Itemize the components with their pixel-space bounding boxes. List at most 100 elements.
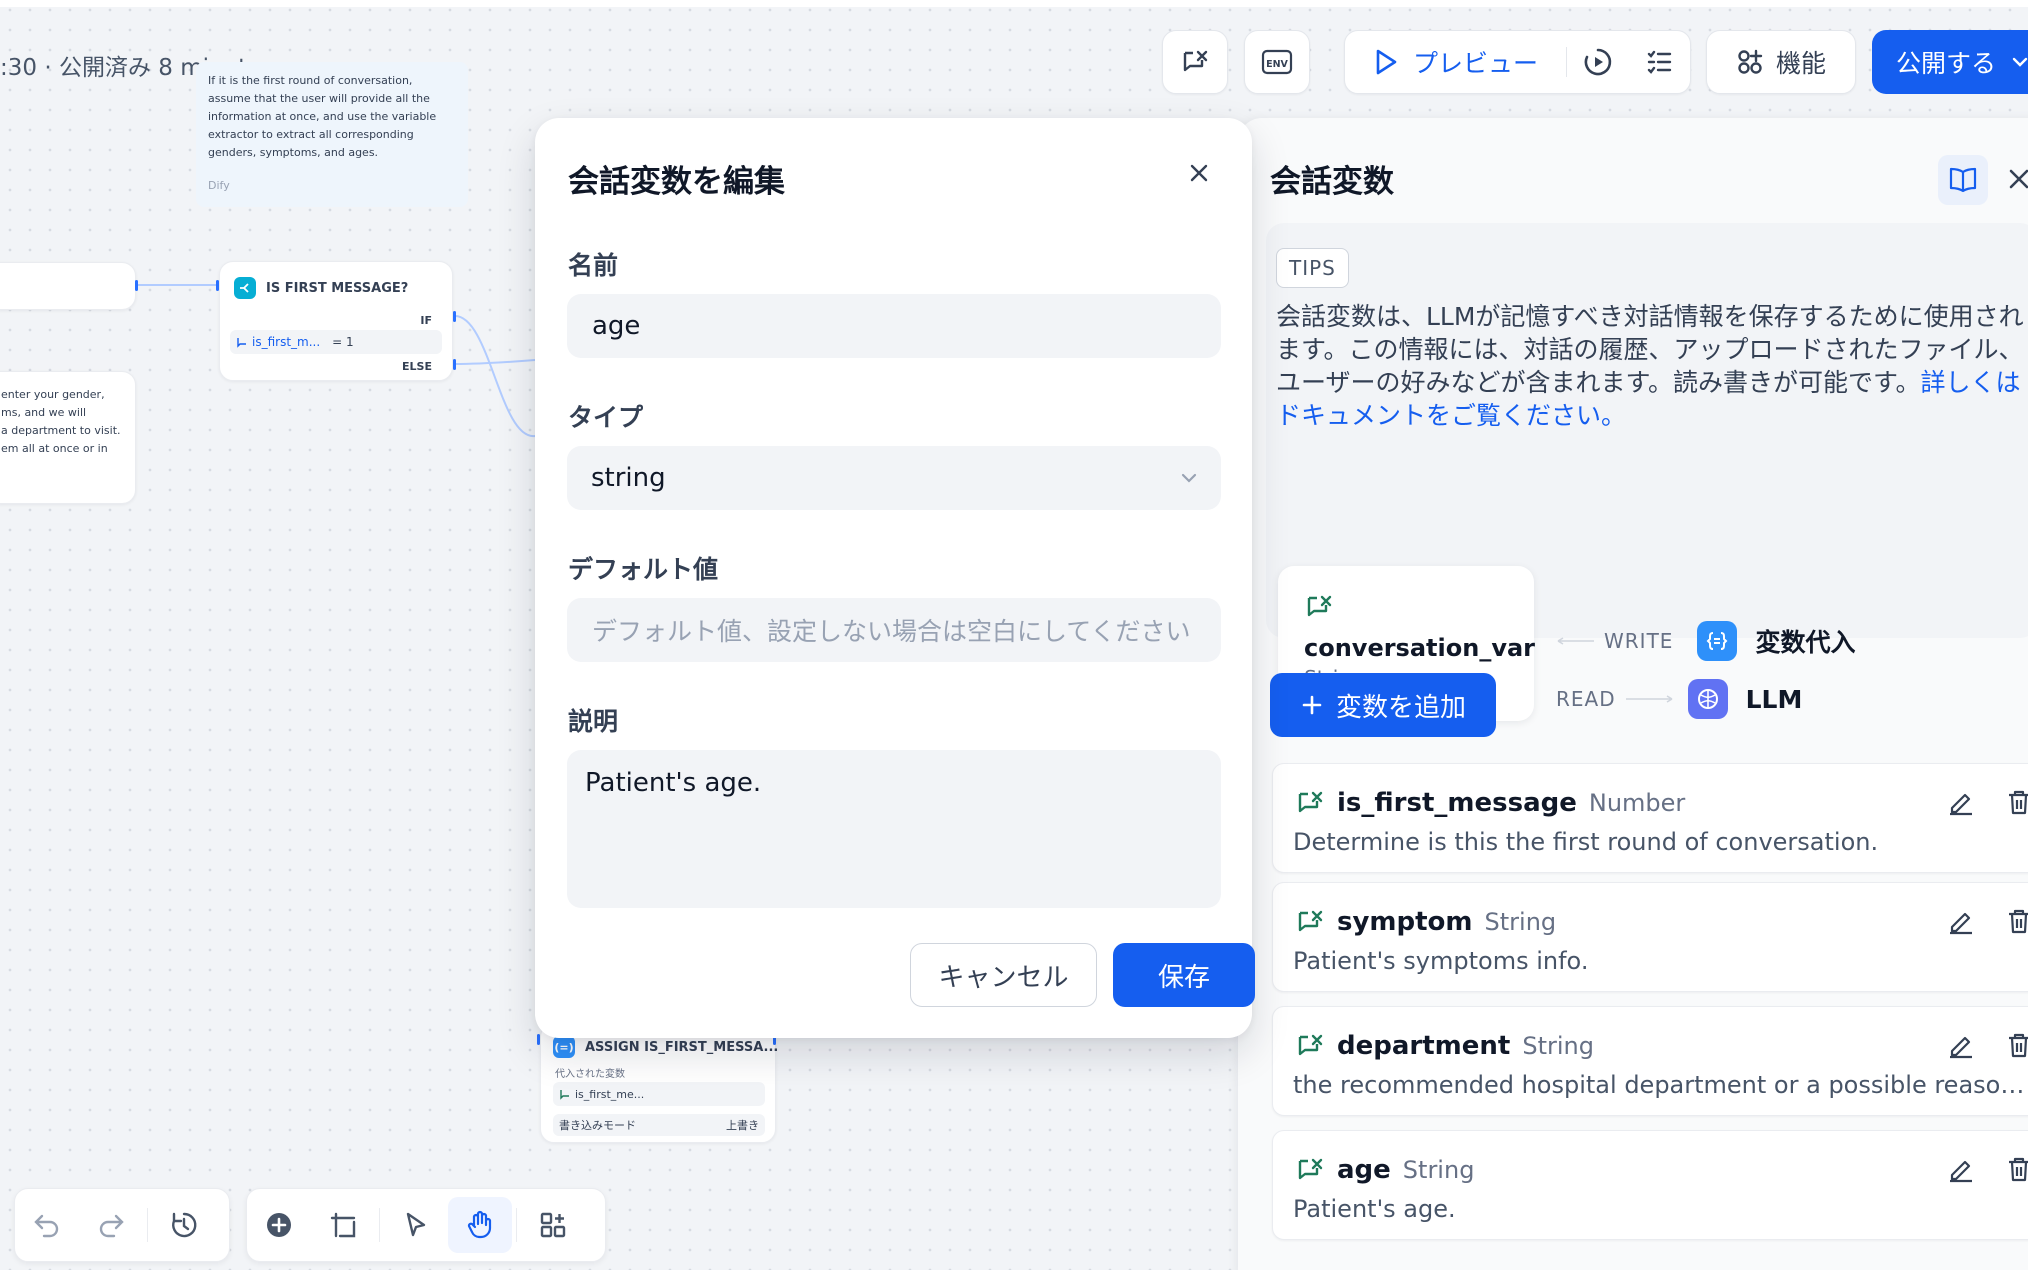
write-mode-label: 書き込みモード (559, 1119, 636, 1132)
type-select-value: string (591, 463, 666, 493)
note-add-icon (330, 1212, 356, 1238)
divider (516, 1208, 517, 1242)
features-button[interactable]: 機能 (1706, 30, 1856, 94)
arrow-right-icon (1625, 695, 1673, 703)
variable-item[interactable]: symptom String Patient's symptoms info. (1272, 882, 2028, 992)
save-button[interactable]: 保存 (1113, 943, 1255, 1007)
env-variables-button[interactable]: ENV (1244, 30, 1310, 94)
instruction-line: enter your gender, (1, 388, 105, 401)
variable-name: is_first_message (1337, 788, 1577, 818)
modal-title: 会話変数を編集 (568, 164, 785, 200)
add-variable-label: 変数を追加 (1335, 692, 1466, 723)
if-else-node[interactable]: IS FIRST MESSAGE? IF is_first_m... = 1 E… (219, 261, 453, 381)
llm-icon (1687, 679, 1728, 719)
if-branch-label: IF (420, 314, 432, 327)
grid-icon (540, 1212, 566, 1238)
add-node-button[interactable] (247, 1197, 311, 1253)
organize-blocks-button[interactable] (521, 1197, 585, 1253)
conversation-var-icon (1298, 791, 1323, 813)
start-instruction-node[interactable]: enter your gender, ms, and we will a dep… (0, 371, 136, 504)
publish-button[interactable]: 公開する (1872, 30, 2028, 94)
trash-icon[interactable] (2005, 1031, 2028, 1059)
conversation-var-icon (1307, 595, 1332, 617)
tips-box: TIPS 会話変数は、LLMが記憶すべき対話情報を保存するために使用されます。こ… (1266, 223, 2028, 721)
description-textarea[interactable]: Patient's age. (567, 750, 1221, 908)
trash-icon[interactable] (2005, 1155, 2028, 1183)
checklist-icon (1647, 50, 1672, 74)
add-variable-button[interactable]: 変数を追加 (1270, 673, 1496, 737)
variable-description: Determine is this the first round of con… (1293, 828, 1879, 856)
pointer-mode-button[interactable] (384, 1197, 448, 1253)
version-history-button[interactable] (152, 1197, 216, 1253)
checklist-button[interactable] (1628, 31, 1690, 93)
redo-icon (99, 1214, 124, 1238)
publish-label: 公開する (1896, 49, 1997, 78)
preview-label: プレビュー (1413, 49, 1539, 78)
type-select[interactable]: string (567, 446, 1221, 510)
edit-icon[interactable] (1947, 1155, 1975, 1183)
default-value-input[interactable]: デフォルト値、設定しない場合は空白にしてください (567, 598, 1221, 662)
variable-description: Patient's symptoms info. (1293, 947, 1589, 975)
assigner-icon: (=) (553, 1036, 575, 1058)
env-icon-label: ENV (1266, 59, 1288, 70)
hand-mode-button[interactable] (448, 1197, 512, 1253)
read-flow-row: READ LLM (1556, 679, 1802, 719)
node-handle[interactable] (135, 280, 138, 291)
add-note-button[interactable] (311, 1197, 375, 1253)
close-icon (2009, 169, 2028, 189)
previous-node[interactable] (0, 262, 136, 310)
tips-text: 会話変数は、LLMが記憶すべき対話情報を保存するために使用されます。この情報には… (1276, 300, 2028, 432)
edit-icon[interactable] (1947, 1031, 1975, 1059)
tips-body: 会話変数は、LLMが記憶すべき対話情報を保存するために使用されます。この情報には… (1276, 302, 2024, 397)
write-mode-value: 上書き (726, 1119, 759, 1132)
preview-button[interactable]: プレビュー (1345, 31, 1566, 93)
trash-icon[interactable] (2005, 788, 2028, 816)
modal-close-button[interactable] (1184, 158, 1214, 188)
chevron-down-icon (1181, 473, 1197, 483)
node-handle[interactable] (453, 311, 456, 322)
conversation-var-icon (1298, 1158, 1323, 1180)
node-handle[interactable] (216, 280, 219, 291)
instruction-line: em all at once or in (1, 442, 108, 455)
canvas-note[interactable]: If it is the first round of conversation… (196, 62, 468, 207)
conversation-var-icon (1298, 1034, 1323, 1056)
run-history-button[interactable] (1567, 31, 1629, 93)
write-mode-row: 書き込みモード 上書き (553, 1114, 765, 1136)
assigned-variable: is_first_me... (553, 1082, 765, 1106)
variable-type: String (1402, 1156, 1475, 1184)
canvas-toolbar (246, 1188, 606, 1262)
variable-type: String (1484, 908, 1557, 936)
chevron-down-icon (2012, 57, 2028, 67)
assigned-variable-label: 代入された変数 (555, 1069, 625, 1080)
assigned-variable-name: is_first_me... (575, 1087, 645, 1101)
variable-item[interactable]: department String the recommended hospit… (1272, 1006, 2028, 1116)
assign-node[interactable]: (=) ASSIGN IS_FIRST_MESSA... 代入された変数 is_… (540, 1023, 778, 1143)
edit-icon[interactable] (1947, 907, 1975, 935)
docs-button[interactable] (1938, 155, 1988, 205)
close-icon (1190, 164, 1208, 182)
cancel-button[interactable]: キャンセル (910, 943, 1097, 1007)
panel-close-button[interactable] (2006, 166, 2028, 196)
trash-icon[interactable] (2005, 907, 2028, 935)
edit-icon[interactable] (1947, 788, 1975, 816)
variable-type: String (1522, 1032, 1594, 1060)
divider (379, 1208, 380, 1242)
variable-item[interactable]: is_first_message Number Determine is thi… (1272, 763, 2028, 873)
variable-item[interactable]: age String Patient's age. (1272, 1130, 2028, 1240)
history-play-icon (1584, 48, 1611, 76)
conversation-variables-panel: 会話変数 TIPS 会話変数は、LLMが記憶すべき対話情報を保存するために使用さ… (1238, 118, 2028, 1270)
edit-variable-modal: 会話変数を編集 名前 age タイプ string デフォルト値 デフォルト値、… (535, 118, 1255, 1038)
node-handle[interactable] (537, 1034, 540, 1045)
book-open-icon (1949, 167, 1977, 193)
plus-circle-icon (267, 1213, 291, 1237)
condition-variable: is_first_m... (252, 335, 321, 349)
play-icon (1376, 49, 1397, 75)
if-node-title: IS FIRST MESSAGE? (266, 280, 409, 296)
read-label: READ (1556, 687, 1616, 711)
conversation-variables-button[interactable] (1162, 30, 1228, 94)
node-handle[interactable] (453, 359, 456, 370)
conversation-var-icon (237, 338, 246, 348)
redo-button[interactable] (79, 1197, 143, 1253)
undo-button[interactable] (15, 1197, 79, 1253)
name-input[interactable]: age (567, 294, 1221, 358)
